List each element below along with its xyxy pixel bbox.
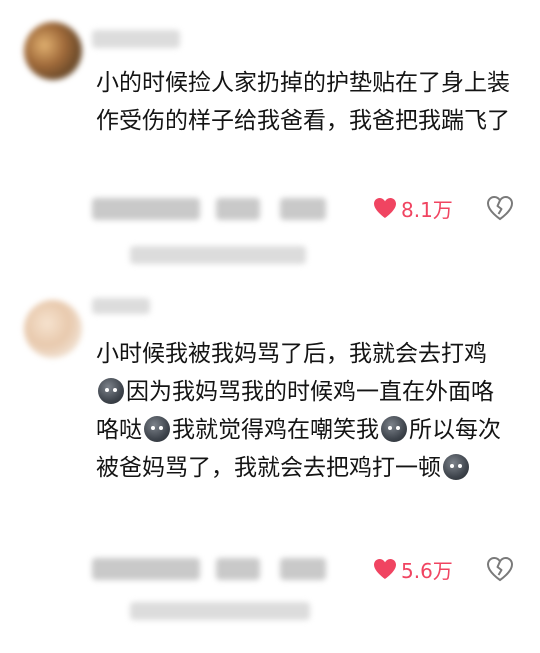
emoji-icon bbox=[381, 416, 407, 442]
comment-text: 小的时候捡人家扔掉的护垫贴在了身上装作受伤的样子给我爸看，我爸把我踹飞了 bbox=[96, 70, 510, 134]
emoji-icon bbox=[443, 454, 469, 480]
username-blurred[interactable] bbox=[92, 30, 180, 48]
reply-button-blurred[interactable] bbox=[280, 198, 326, 220]
like-count: 5.6万 bbox=[401, 558, 453, 583]
emoji-icon bbox=[98, 378, 124, 404]
broken-heart-icon[interactable] bbox=[486, 556, 514, 582]
like-count: 8.1万 bbox=[401, 197, 453, 222]
like-button[interactable]: 5.6万 bbox=[373, 556, 453, 583]
avatar[interactable] bbox=[24, 300, 82, 358]
comment-text-part: 我就觉得鸡在嘲笑我 bbox=[172, 417, 379, 443]
comment-meta-blurred bbox=[92, 558, 200, 580]
comment-meta-blurred bbox=[216, 198, 260, 220]
comment-item: 小的时候捡人家扔掉的护垫贴在了身上装作受伤的样子给我爸看，我爸把我踹飞了 8.1… bbox=[0, 0, 540, 290]
comment-text-part: 小时候我被我妈骂了后，我就会去打鸡 bbox=[96, 341, 487, 367]
broken-heart-icon[interactable] bbox=[486, 195, 514, 221]
view-replies-blurred[interactable] bbox=[130, 602, 310, 620]
like-button[interactable]: 8.1万 bbox=[373, 195, 453, 222]
heart-icon bbox=[374, 198, 396, 218]
username-blurred[interactable] bbox=[92, 298, 150, 314]
reply-button-blurred[interactable] bbox=[280, 558, 326, 580]
comment-meta-blurred bbox=[92, 198, 200, 220]
avatar[interactable] bbox=[24, 22, 82, 80]
heart-icon bbox=[374, 559, 396, 579]
comment-text: 小时候我被我妈骂了后，我就会去打鸡因为我妈骂我的时候鸡一直在外面咯咯哒 我就觉得鸡… bbox=[96, 335, 516, 487]
view-replies-blurred[interactable] bbox=[130, 246, 306, 264]
comment-meta-blurred bbox=[216, 558, 260, 580]
comment-item: 小时候我被我妈骂了后，我就会去打鸡因为我妈骂我的时候鸡一直在外面咯咯哒 我就觉得鸡… bbox=[0, 290, 540, 653]
emoji-icon bbox=[144, 416, 170, 442]
